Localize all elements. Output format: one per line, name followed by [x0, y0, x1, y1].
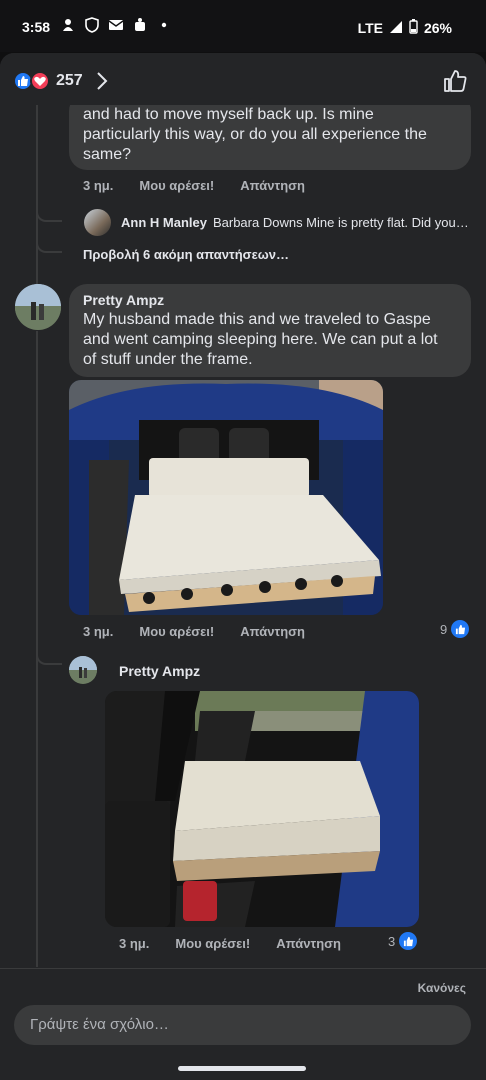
like-link[interactable]: Μου αρέσει! [175, 936, 250, 951]
comment-line: of stuff under the frame. [83, 351, 253, 368]
status-time: 3:58 [22, 19, 51, 35]
avatar[interactable] [69, 656, 97, 684]
comment-actions: 3 ημ. Μου αρέσει! Απάντηση [119, 936, 341, 951]
reply-preview[interactable]: Ann H Manley Barbara Downs Mine is pretty… [121, 215, 469, 230]
like-link[interactable]: Μου αρέσει! [139, 178, 214, 193]
battery-icon [409, 19, 418, 37]
comment-line: particularly this way, or do you all exp… [83, 126, 427, 143]
like-badge-icon [451, 620, 470, 638]
reply-link[interactable]: Απάντηση [240, 624, 305, 639]
status-right: LTE 26% [358, 19, 452, 37]
avatar[interactable] [15, 284, 61, 330]
like-count: 3 [388, 933, 396, 949]
comment-line: and had to move myself back up. Is mine [83, 106, 374, 123]
reply-author[interactable]: Pretty Ampz [119, 663, 200, 679]
dot-icon [156, 17, 172, 33]
home-indicator[interactable] [178, 1066, 306, 1071]
reaction-icons [13, 71, 53, 91]
comment-time: 3 ημ. [119, 936, 150, 951]
comment-line: My husband made this and we traveled to … [83, 311, 431, 328]
comment-time: 3 ημ. [83, 624, 114, 639]
bot-icon [132, 17, 148, 33]
network-label: LTE [357, 20, 383, 36]
status-bar: 3:58 LTE 26% [0, 0, 486, 52]
rules-link[interactable]: Κανόνες [418, 981, 466, 995]
view-more-replies-link[interactable]: Προβολή 6 ακόμη απαντήσεων… [83, 247, 289, 262]
like-count-badge[interactable]: 9 [440, 620, 470, 638]
comment-line: and went camping sleeping here. We can p… [83, 331, 438, 348]
comments-sheet: and had to move myself back up. Is mine … [0, 53, 486, 1080]
status-icons [60, 17, 172, 33]
comment-thread[interactable]: and had to move myself back up. Is mine … [0, 53, 486, 968]
reply-link[interactable]: Απάντηση [276, 936, 341, 951]
like-count-badge[interactable]: 3 [388, 932, 418, 950]
thread-branch [36, 198, 62, 222]
chevron-right-icon[interactable] [95, 71, 109, 96]
signal-icon [389, 20, 403, 37]
reaction-summary-bar[interactable]: 257 [0, 53, 486, 105]
like-link[interactable]: Μου αρέσει! [139, 624, 214, 639]
thread-branch [36, 643, 62, 665]
reply-author: Ann H Manley [121, 215, 207, 230]
like-count: 9 [440, 621, 448, 637]
comment-actions: 3 ημ. Μου αρέσει! Απάντηση [83, 178, 305, 193]
reply-snippet: Barbara Downs Mine is pretty flat. Did y… [212, 215, 469, 230]
love-reaction-icon [30, 71, 50, 91]
comment-photo[interactable] [69, 380, 383, 615]
battery-level: 26% [423, 20, 452, 36]
reply-photo[interactable] [105, 691, 419, 927]
thread-branch [36, 233, 62, 253]
avatar[interactable] [84, 209, 111, 236]
comment-line: same? [83, 146, 132, 163]
comment-author[interactable]: Pretty Ampz [83, 292, 457, 308]
comment-composer: Κανόνες Γράψτε ένα σχόλιο… [0, 968, 486, 1080]
mail-icon [108, 17, 124, 33]
shield-icon [84, 17, 100, 33]
reply-link[interactable]: Απάντηση [240, 178, 305, 193]
like-badge-icon [399, 932, 418, 950]
comment-input[interactable]: Γράψτε ένα σχόλιο… [14, 1005, 471, 1045]
comment-bubble[interactable]: Pretty Ampz My husband made this and we … [69, 284, 471, 377]
notification-icon [60, 17, 76, 33]
comment-time: 3 ημ. [83, 178, 114, 193]
reaction-count[interactable]: 257 [56, 72, 83, 90]
comment-actions: 3 ημ. Μου αρέσει! Απάντηση [83, 624, 305, 639]
thumbs-up-outline-icon[interactable] [442, 68, 468, 99]
